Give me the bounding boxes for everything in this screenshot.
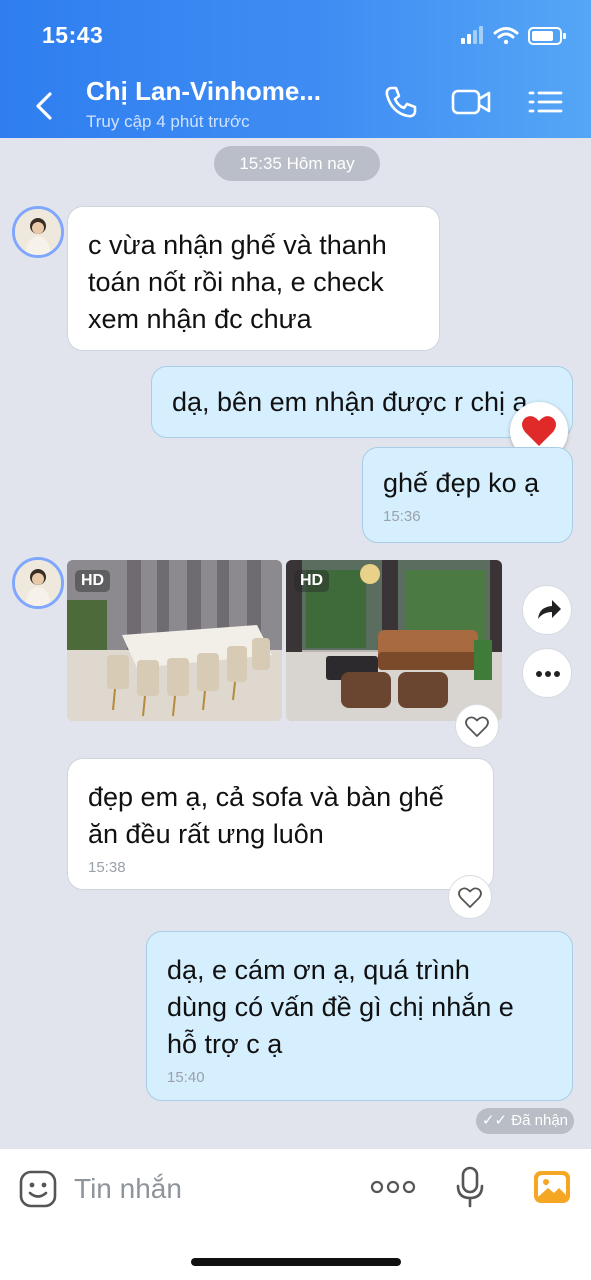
chat-header: 15:43 Chị Lan-Vinhome... Truy cập 4 phút… (0, 0, 591, 138)
sticker-button[interactable] (18, 1169, 58, 1214)
back-icon (36, 92, 52, 120)
photo-sofa-set[interactable]: HD (286, 560, 502, 721)
chat-menu-button[interactable] (521, 82, 569, 126)
more-dots-icon (536, 671, 560, 677)
battery-icon (528, 27, 566, 45)
message-text-line: đẹp em ạ, cả sofa và bàn ghế (88, 782, 444, 812)
photo-dining-set[interactable]: HD (67, 560, 282, 721)
gallery-button[interactable] (532, 1167, 572, 1212)
hd-badge: HD (294, 570, 330, 592)
double-check-icon: ✓✓ (481, 1112, 508, 1129)
heart-outline-icon (465, 716, 489, 737)
message-text-line: toán nốt rồi nha, e check (88, 267, 384, 297)
message-time: 15:36 (383, 508, 421, 525)
voice-message-button[interactable] (455, 1165, 485, 1214)
heart-reaction-icon (522, 416, 556, 446)
message-text-line: xem nhận đc chưa (88, 304, 312, 334)
heart-outline-icon (458, 887, 482, 908)
message-text: ghế đẹp ko ạ (383, 468, 540, 498)
back-button[interactable] (30, 86, 64, 126)
sticker-smile-icon (19, 1170, 57, 1208)
delivery-status: ✓✓ Đã nhận (476, 1108, 574, 1134)
like-button[interactable] (448, 875, 492, 919)
more-options-icon (370, 1180, 416, 1194)
message-bubble-outgoing[interactable]: ghế đẹp ko ạ 15:36 (362, 447, 573, 543)
forward-button[interactable] (522, 585, 572, 635)
phone-icon (385, 86, 417, 118)
message-text-line: dùng có vấn đề gì chị nhắn e (167, 992, 514, 1022)
contact-avatar[interactable] (12, 206, 64, 258)
more-options-button[interactable] (370, 1177, 416, 1202)
status-time: 15:43 (42, 22, 104, 48)
message-bubble-incoming[interactable]: đẹp em ạ, cả sofa và bàn ghế ăn đều rất … (67, 758, 494, 890)
video-call-icon (451, 89, 491, 115)
cellular-signal-icon (461, 26, 483, 44)
contact-last-seen: Truy cập 4 phút trước (86, 112, 250, 131)
menu-list-icon (528, 91, 563, 113)
message-text-line: hỗ trợ c ạ (167, 1029, 283, 1059)
hd-badge: HD (75, 570, 111, 592)
microphone-icon (456, 1166, 484, 1208)
message-text-line: dạ, e cám ơn ạ, quá trình (167, 955, 470, 985)
video-call-button[interactable] (447, 82, 495, 126)
date-separator: 15:35 Hôm nay (214, 146, 380, 181)
contact-name[interactable]: Chị Lan-Vinhome... (86, 76, 321, 107)
forward-arrow-icon (538, 600, 561, 619)
home-indicator[interactable] (191, 1258, 401, 1266)
message-input[interactable] (74, 1169, 354, 1209)
message-time: 15:40 (167, 1069, 205, 1086)
message-bubble-outgoing[interactable]: dạ, e cám ơn ạ, quá trình dùng có vấn đề… (146, 931, 573, 1101)
status-icons (461, 24, 571, 48)
voice-call-button[interactable] (376, 82, 424, 126)
wifi-icon (493, 27, 519, 45)
message-bubble-incoming[interactable]: c vừa nhận ghế và thanh toán nốt rồi nha… (67, 206, 440, 351)
more-actions-button[interactable] (522, 648, 572, 698)
gallery-icon (534, 1171, 570, 1203)
message-text-line: c vừa nhận ghế và thanh (88, 230, 387, 260)
like-button[interactable] (455, 704, 499, 748)
message-time: 15:38 (88, 859, 126, 876)
delivery-status-label: Đã nhận (511, 1112, 569, 1129)
contact-avatar[interactable] (12, 557, 64, 609)
message-text: dạ, bên em nhận được r chị ạ (172, 387, 528, 417)
message-text-line: ăn đều rất ưng luôn (88, 819, 324, 849)
